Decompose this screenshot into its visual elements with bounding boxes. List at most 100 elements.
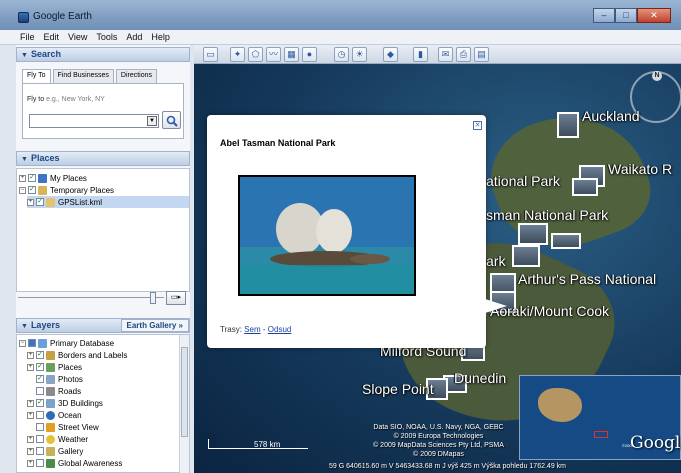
checkbox-checked[interactable]: ✓: [36, 363, 44, 371]
map-view[interactable]: ▭ ✦ ⬠ 〰 ▦ ● ◷ ☀ ◆ ▮ ✉ ⎙ ▤ N Auckland Wai…: [194, 45, 681, 473]
expand-plus-icon[interactable]: +: [27, 447, 34, 455]
expand-plus-icon[interactable]: +: [27, 351, 34, 359]
checkbox-unchecked[interactable]: [36, 459, 44, 467]
menu-add[interactable]: Add: [126, 32, 142, 42]
placemark-thumbnail[interactable]: [512, 245, 540, 267]
layer-weather[interactable]: + Weather: [27, 433, 88, 445]
slider-thumb[interactable]: [150, 292, 156, 304]
places-item-my-places[interactable]: + ✓ My Places: [19, 172, 87, 184]
layers-scrollbar[interactable]: [179, 335, 189, 473]
close-button[interactable]: ✕: [637, 8, 671, 23]
balloon-photo: [238, 175, 416, 296]
tab-directions[interactable]: Directions: [115, 69, 158, 83]
switch-to-sky-icon[interactable]: ◆: [383, 47, 398, 62]
placemark-thumbnail[interactable]: [518, 223, 548, 245]
menu-file[interactable]: File: [20, 32, 35, 42]
sidebar: ▼ Search Fly To Find Businesses Direction…: [16, 45, 190, 473]
layer-ocean[interactable]: + Ocean: [27, 409, 82, 421]
gallery-icon: [46, 446, 55, 456]
collapse-minus-icon[interactable]: −: [19, 186, 26, 194]
image-overlay-icon[interactable]: ▦: [284, 47, 299, 62]
opacity-slider[interactable]: [18, 292, 164, 304]
placemark-thumbnail[interactable]: [572, 178, 598, 196]
checkbox-checked[interactable]: ✓: [28, 186, 36, 194]
map-label-tasman-national-park[interactable]: sman National Park: [486, 207, 608, 223]
places-item-temporary-places[interactable]: − ✓ Temporary Places: [19, 184, 114, 196]
sidebar-toggle-icon[interactable]: ▭: [203, 47, 218, 62]
placemark-icon[interactable]: ✦: [230, 47, 245, 62]
record-tour-icon[interactable]: ●: [302, 47, 317, 62]
layer-primary-database[interactable]: − Primary Database: [19, 337, 114, 349]
menu-edit[interactable]: Edit: [44, 32, 60, 42]
search-button[interactable]: [162, 111, 181, 129]
checkbox-unchecked[interactable]: [36, 447, 44, 455]
map-label-dunedin[interactable]: Dunedin: [454, 370, 506, 386]
database-icon: [38, 338, 47, 348]
map-label-park[interactable]: ark: [486, 253, 505, 269]
menu-help[interactable]: Help: [151, 32, 170, 42]
layer-roads[interactable]: Roads: [36, 385, 81, 397]
expand-plus-icon[interactable]: +: [27, 363, 34, 371]
email-icon[interactable]: ✉: [438, 47, 453, 62]
maximize-button[interactable]: □: [615, 8, 637, 23]
checkbox-checked[interactable]: ✓: [36, 375, 44, 383]
map-label-national-park[interactable]: ational Park: [486, 173, 560, 189]
checkbox-unchecked[interactable]: [36, 435, 44, 443]
checkbox-checked[interactable]: ✓: [36, 198, 44, 206]
fly-to-input[interactable]: ▼: [29, 114, 159, 128]
earth-gallery-button[interactable]: Earth Gallery »: [120, 319, 189, 332]
places-item-gpslist[interactable]: + ✓ GPSList.kml: [27, 196, 189, 208]
checkbox-checked[interactable]: ✓: [36, 399, 44, 407]
print-icon[interactable]: ⎙: [456, 47, 471, 62]
view-in-maps-icon[interactable]: ▤: [474, 47, 489, 62]
balloon-close-icon[interactable]: ✕: [473, 121, 482, 130]
expand-plus-icon[interactable]: +: [27, 198, 34, 206]
expand-plus-icon[interactable]: +: [19, 174, 26, 182]
tab-fly-to[interactable]: Fly To: [22, 69, 51, 83]
checkbox-partial[interactable]: [28, 339, 36, 347]
historical-imagery-icon[interactable]: ◷: [334, 47, 349, 62]
menu-view[interactable]: View: [68, 32, 87, 42]
checkbox-unchecked[interactable]: [36, 411, 44, 419]
layer-street-view[interactable]: Street View: [36, 421, 99, 433]
checkbox-checked[interactable]: ✓: [28, 174, 36, 182]
expand-plus-icon[interactable]: +: [27, 399, 34, 407]
directions-to-here-link[interactable]: Sem: [244, 325, 260, 334]
layers-panel-header[interactable]: ▼ Layers Earth Gallery »: [16, 318, 190, 333]
info-balloon: Abel Tasman National Park ✕ Trasy: Sem -…: [207, 115, 507, 348]
tab-find-businesses[interactable]: Find Businesses: [52, 69, 114, 83]
menu-tools[interactable]: Tools: [96, 32, 117, 42]
layer-gallery[interactable]: + Gallery: [27, 445, 83, 457]
layer-borders-and-labels[interactable]: + ✓ Borders and Labels: [27, 349, 127, 361]
map-label-slope-point[interactable]: Slope Point: [362, 381, 434, 397]
map-label-auckland[interactable]: Auckland: [582, 108, 640, 124]
minimize-button[interactable]: –: [593, 8, 615, 23]
directions-from-here-link[interactable]: Odsud: [268, 325, 292, 334]
expand-plus-icon[interactable]: +: [27, 459, 34, 467]
search-panel-header[interactable]: ▼ Search: [16, 47, 190, 62]
collapse-minus-icon[interactable]: −: [19, 339, 26, 347]
path-icon[interactable]: 〰: [266, 47, 281, 62]
checkbox-unchecked[interactable]: [36, 423, 44, 431]
expand-plus-icon[interactable]: +: [27, 411, 34, 419]
layer-places[interactable]: + ✓ Places: [27, 361, 82, 373]
compass-north-icon[interactable]: N: [652, 71, 662, 81]
layer-global-awareness[interactable]: + Global Awareness: [27, 457, 122, 469]
placemark-thumbnail[interactable]: [551, 233, 581, 249]
dropdown-arrow-icon[interactable]: ▼: [147, 116, 157, 126]
places-panel-header[interactable]: ▼ Places: [16, 151, 190, 166]
ruler-icon[interactable]: ▮: [413, 47, 428, 62]
checkbox-unchecked[interactable]: [36, 387, 44, 395]
map-label-arthurs-pass[interactable]: Arthur's Pass National: [518, 271, 656, 287]
expand-plus-icon[interactable]: +: [27, 435, 34, 443]
scrollbar-thumb[interactable]: [181, 347, 188, 437]
places-view-button[interactable]: ▭▸: [166, 291, 186, 305]
polygon-icon[interactable]: ⬠: [248, 47, 263, 62]
sunlight-icon[interactable]: ☀: [352, 47, 367, 62]
placemark-thumbnail[interactable]: [557, 112, 579, 138]
layer-3d-buildings[interactable]: + ✓ 3D Buildings: [27, 397, 103, 409]
map-label-aoraki[interactable]: Aoraki/Mount Cook: [490, 303, 609, 319]
checkbox-checked[interactable]: ✓: [36, 351, 44, 359]
map-label-waikato[interactable]: Waikato R: [608, 161, 672, 177]
layer-photos[interactable]: ✓ Photos: [36, 373, 83, 385]
